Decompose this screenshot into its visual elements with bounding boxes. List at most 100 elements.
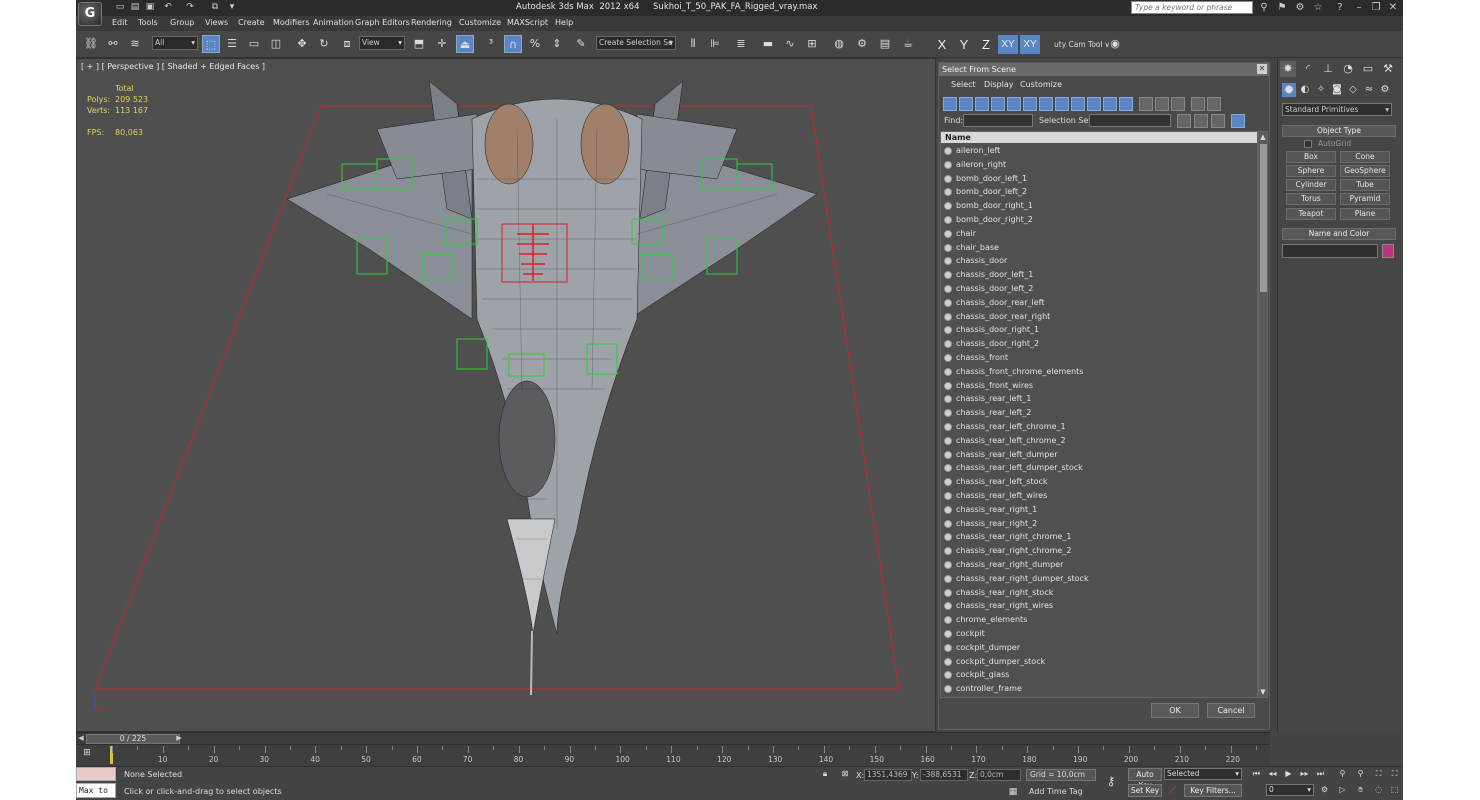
dialog-menu-customize[interactable]: Customize <box>1020 80 1062 89</box>
curve-editor-mini-icon[interactable]: ⊞ <box>80 746 94 760</box>
spacewarps-category-icon[interactable]: ≈ <box>1362 83 1376 97</box>
key-selection-dropdown[interactable]: Selected <box>1164 768 1242 780</box>
zoom-icon[interactable]: ⚲ <box>1336 768 1349 780</box>
time-slider-next-icon[interactable]: ▶ <box>174 733 184 744</box>
ribbon-icon[interactable]: ▬ <box>759 35 777 53</box>
layer-manager-icon[interactable]: ≣ <box>732 35 750 53</box>
display-all-icon[interactable] <box>1139 97 1153 111</box>
scale-icon[interactable]: ⧈ <box>338 35 356 53</box>
autogrid-checkbox[interactable] <box>1304 140 1312 148</box>
selection-filter-dropdown[interactable]: All <box>152 36 198 50</box>
redo-icon[interactable]: ↷ <box>184 2 196 13</box>
list-item[interactable]: chassis_front_wires <box>941 379 1257 393</box>
axis-z-button[interactable]: Z <box>976 35 996 54</box>
schematic-view-icon[interactable]: ⊞ <box>803 35 821 53</box>
dialog-menu-select[interactable]: Select <box>951 80 976 89</box>
window-crossing-icon[interactable]: ◫ <box>267 35 285 53</box>
mirror-icon[interactable]: ⫴ <box>684 35 702 53</box>
subscription-icon[interactable]: ⚑ <box>1275 1 1289 15</box>
name-column-header[interactable]: Name <box>941 132 1257 143</box>
axis-xy-button[interactable]: XY <box>998 35 1018 54</box>
list-item[interactable]: chair_base <box>941 241 1257 255</box>
display-frozen-icon[interactable] <box>1103 97 1117 111</box>
current-frame-spinner[interactable]: 0 <box>1266 784 1314 796</box>
search-input[interactable]: Type a keyword or phrase <box>1131 1 1253 14</box>
zoom-all-icon[interactable]: ⚲ <box>1354 768 1367 780</box>
display-hidden-icon[interactable] <box>1119 97 1133 111</box>
display-shapes-icon[interactable] <box>959 97 973 111</box>
menu-customize[interactable]: Customize <box>459 18 501 27</box>
display-containers-icon[interactable] <box>1087 97 1101 111</box>
zoom-extents-all-icon[interactable]: ⛶ <box>1388 768 1401 780</box>
utilities-tab-icon[interactable]: ⚒ <box>1380 61 1396 77</box>
restore-icon[interactable]: ❐ <box>1369 1 1383 15</box>
list-item[interactable]: chassis_rear_left_wires <box>941 489 1257 503</box>
filter-icon[interactable] <box>1191 97 1205 111</box>
undo-icon[interactable]: ↶ <box>162 2 174 13</box>
render-setup-icon[interactable]: ⚙ <box>853 35 871 53</box>
list-item[interactable]: chassis_rear_left_dumper_stock <box>941 461 1257 475</box>
list-scrollbar[interactable]: ▲ ▼ <box>1258 131 1268 698</box>
menu-edit[interactable]: Edit <box>112 18 128 27</box>
list-item[interactable]: cockpit <box>941 627 1257 641</box>
time-slider[interactable]: ◀ 0 / 225 ▶ <box>76 732 1270 744</box>
axis-xy-cycle-button[interactable]: XY <box>1020 35 1040 54</box>
axis-y-button[interactable]: Y <box>954 35 974 54</box>
list-item[interactable]: bomb_door_right_1 <box>941 199 1257 213</box>
time-slider-thumb[interactable]: 0 / 225 <box>86 734 180 744</box>
list-item[interactable]: chassis_rear_right_stock <box>941 586 1257 600</box>
rendered-frame-window-icon[interactable]: ▤ <box>876 35 894 53</box>
list-item[interactable]: chrome_elements <box>941 613 1257 627</box>
list-item[interactable]: chassis_door_left_1 <box>941 268 1257 282</box>
open-file-icon[interactable]: ▤ <box>129 2 141 13</box>
previous-frame-icon[interactable]: ◂◂ <box>1266 768 1279 780</box>
scroll-down-icon[interactable]: ▼ <box>1259 687 1267 697</box>
percent-snap-icon[interactable]: % <box>526 35 544 53</box>
systems-category-icon[interactable]: ⚙ <box>1378 83 1392 97</box>
ok-button[interactable]: OK <box>1151 703 1199 718</box>
menu-rendering[interactable]: Rendering <box>411 18 452 27</box>
move-icon[interactable]: ✥ <box>293 35 311 53</box>
orbit-icon[interactable]: ◌ <box>1372 784 1385 796</box>
display-cameras-icon[interactable] <box>991 97 1005 111</box>
list-item[interactable]: chassis_door_rear_right <box>941 310 1257 324</box>
go-to-start-icon[interactable]: ⏮ <box>1250 768 1263 780</box>
communication-center-icon[interactable]: ⚙ <box>1293 1 1307 15</box>
selection-lock-icon[interactable]: 🔒︎ <box>819 768 831 780</box>
teapot-button[interactable]: Teapot <box>1286 208 1336 220</box>
track-bar[interactable]: ⊞ 10 20 30 40 50 60 70 80 90 100 110 120 130 140 150 16… <box>76 744 1270 766</box>
list-item[interactable]: chassis_rear_right_2 <box>941 517 1257 531</box>
list-item[interactable]: chassis_door_rear_left <box>941 296 1257 310</box>
set-key-mode-icon[interactable]: ⚷ <box>1102 772 1120 790</box>
list-item[interactable]: chassis_rear_right_chrome_2 <box>941 544 1257 558</box>
list-item[interactable]: chair <box>941 227 1257 241</box>
time-configuration-icon[interactable]: ⚙ <box>1318 784 1331 796</box>
reference-coordinate-dropdown[interactable]: View <box>359 36 405 50</box>
menu-maxscript[interactable]: MAXScript <box>507 18 548 27</box>
list-item[interactable]: aileron_right <box>941 158 1257 172</box>
list-item[interactable]: chassis_rear_left_1 <box>941 392 1257 406</box>
pyramid-button[interactable]: Pyramid <box>1340 193 1390 205</box>
cone-button[interactable]: Cone <box>1340 151 1390 163</box>
axis-x-button[interactable]: X <box>932 35 952 54</box>
modify-tab-icon[interactable]: ◜ <box>1300 61 1316 77</box>
display-invert-icon[interactable] <box>1171 97 1185 111</box>
lights-category-icon[interactable]: ✧ <box>1314 83 1328 97</box>
list-item[interactable]: bomb_door_left_2 <box>941 185 1257 199</box>
auto-key-button[interactable]: Auto Key <box>1128 768 1162 790</box>
list-item[interactable]: bomb_door_left_1 <box>941 172 1257 186</box>
list-item[interactable]: chassis_front_chrome_elements <box>941 365 1257 379</box>
display-tab-icon[interactable]: ▭ <box>1360 61 1376 77</box>
y-coord-field[interactable]: -388,6531 <box>920 769 968 781</box>
select-object-icon[interactable]: ⬚ <box>202 35 220 53</box>
object-name-input[interactable] <box>1282 244 1378 258</box>
menu-graph-editors[interactable]: Graph Editors <box>355 18 410 27</box>
list-item[interactable]: chassis_rear_left_2 <box>941 406 1257 420</box>
cylinder-button[interactable]: Cylinder <box>1286 179 1336 191</box>
cam-tool-label[interactable]: uty Cam Tool v <box>1054 40 1109 49</box>
display-xrefs-icon[interactable] <box>1055 97 1069 111</box>
zoom-extents-icon[interactable]: ⛶ <box>1372 768 1385 780</box>
list-item[interactable]: cockpit_dumper <box>941 641 1257 655</box>
helpers-category-icon[interactable]: ◇ <box>1346 83 1360 97</box>
menu-create[interactable]: Create <box>238 18 265 27</box>
